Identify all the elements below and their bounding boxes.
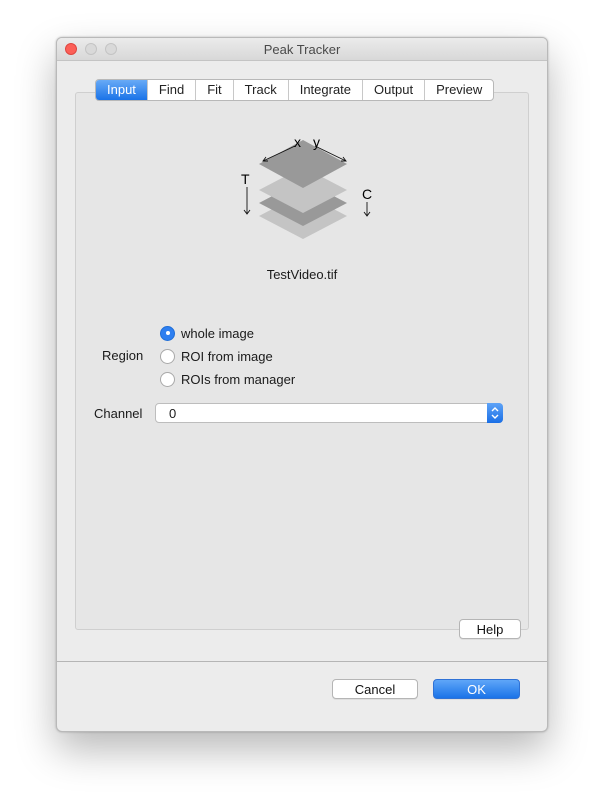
radio-button[interactable] — [160, 348, 175, 364]
region-label: Region — [102, 348, 144, 363]
tab-input[interactable]: Input — [96, 80, 148, 100]
region-option-label: ROIs from manager — [181, 371, 296, 387]
cancel-button[interactable]: Cancel — [332, 679, 418, 699]
channel-select-value: 0 — [169, 406, 177, 421]
tab-integrate[interactable]: Integrate — [289, 80, 364, 100]
tab-track[interactable]: Track — [234, 80, 289, 100]
image-stack-icon: x y T C — [241, 134, 372, 239]
channel-label: Channel — [94, 406, 143, 421]
radio-button[interactable] — [160, 371, 175, 387]
region-option-rois-from-manager[interactable]: ROIs from manager — [160, 370, 295, 388]
region-option-whole-image[interactable]: whole image — [160, 324, 254, 342]
tab-output[interactable]: Output — [363, 80, 426, 100]
tab-preview[interactable]: Preview — [425, 80, 493, 100]
region-option-label: ROI from image — [181, 348, 273, 364]
y-axis-label: y — [313, 134, 320, 150]
tab-fit[interactable]: Fit — [196, 80, 234, 100]
window-title: Peak Tracker — [263, 42, 341, 57]
region-option-roi-from-image[interactable]: ROI from image — [160, 347, 273, 365]
input-filename: TestVideo.tif — [266, 267, 338, 282]
peak-tracker-dialog: Peak Tracker Input Find Fit Track Integr… — [56, 37, 548, 732]
region-option-label: whole image — [181, 325, 254, 341]
radio-button-selected[interactable] — [160, 325, 175, 341]
tab-bar: Input Find Fit Track Integrate Output Pr… — [95, 79, 495, 101]
help-button[interactable]: Help — [459, 619, 521, 639]
ok-button[interactable]: OK — [433, 679, 520, 699]
dialog-content: Input Find Fit Track Integrate Output Pr… — [57, 61, 547, 662]
select-stepper-icon[interactable] — [487, 403, 503, 423]
t-axis-label: T — [241, 171, 250, 187]
c-axis-label: C — [362, 186, 372, 202]
x-axis-label: x — [294, 134, 301, 150]
channel-select[interactable]: 0 — [155, 403, 503, 423]
tab-find[interactable]: Find — [148, 80, 197, 100]
title-bar[interactable]: Peak Tracker — [57, 38, 547, 61]
